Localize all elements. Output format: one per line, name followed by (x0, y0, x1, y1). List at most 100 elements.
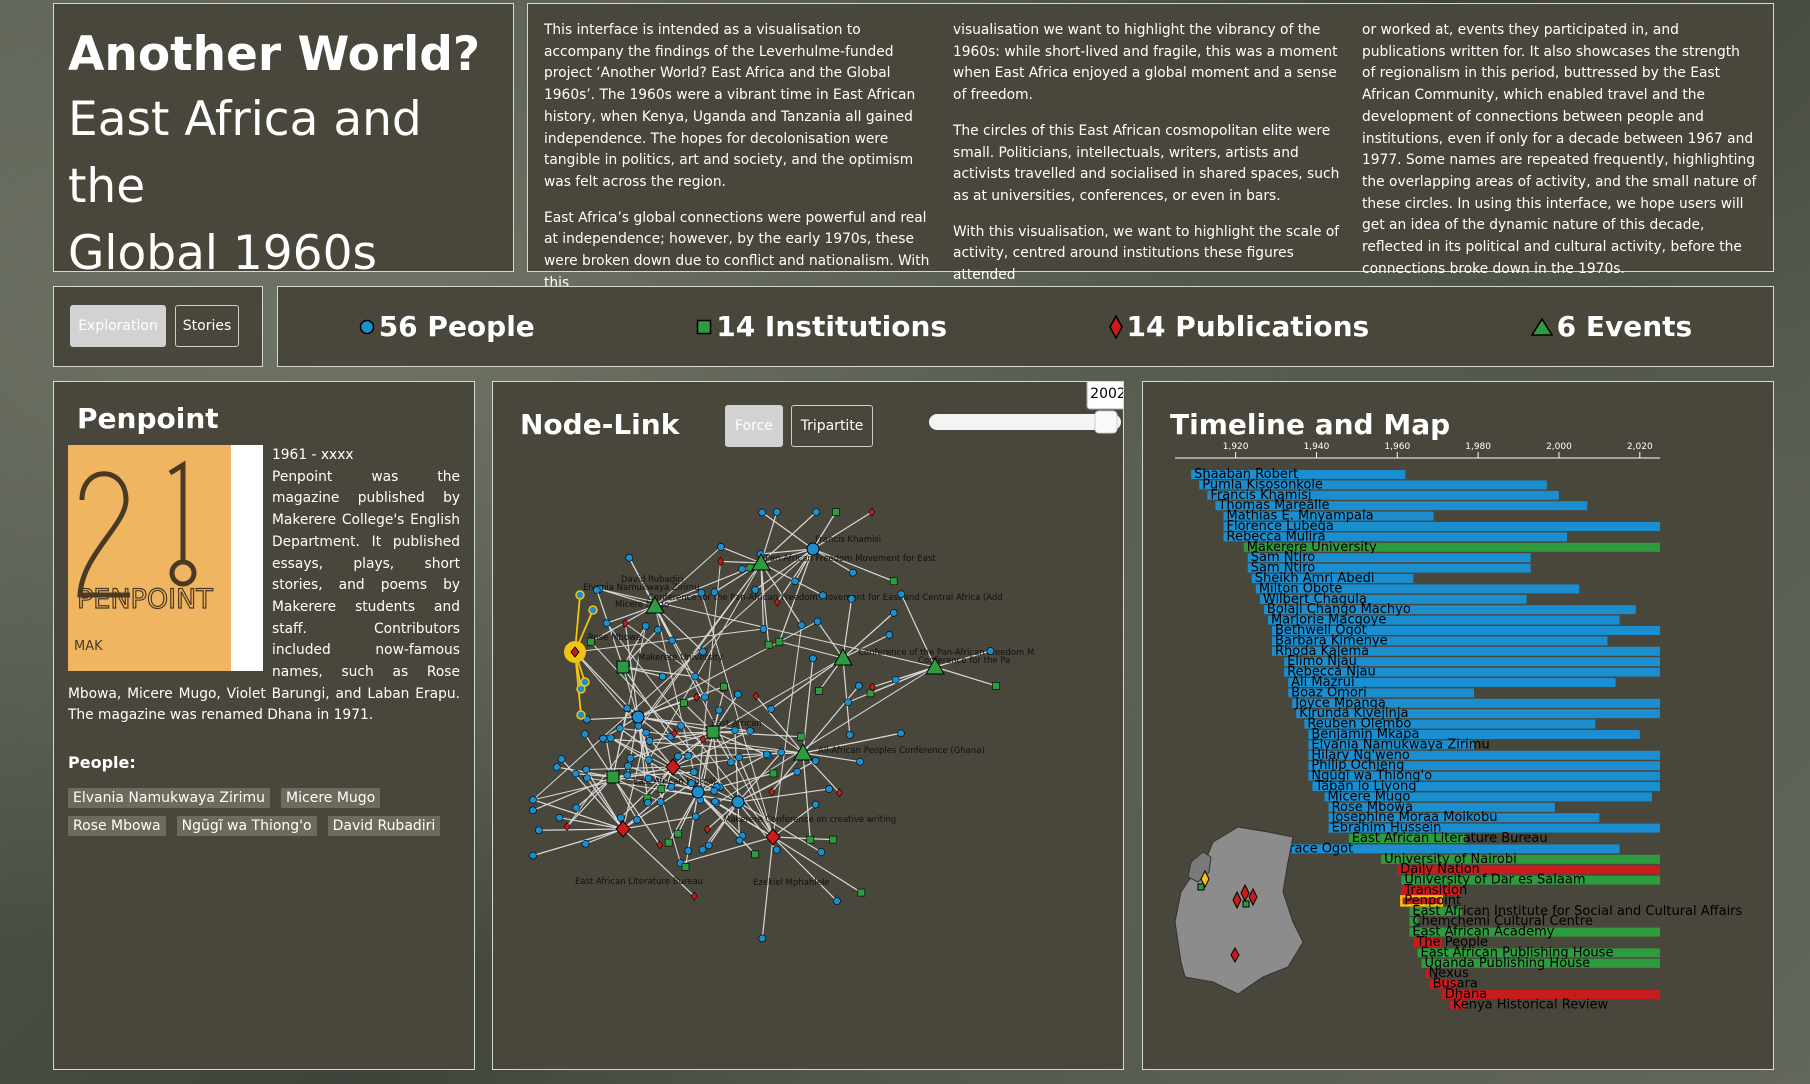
person-node[interactable] (855, 682, 863, 690)
person-node[interactable] (571, 769, 580, 778)
person-node[interactable] (885, 631, 894, 639)
person-node[interactable] (727, 758, 735, 766)
institution-node[interactable] (992, 682, 1000, 690)
person-node[interactable] (767, 705, 775, 713)
person-node[interactable] (746, 727, 754, 735)
person-node[interactable] (791, 577, 799, 586)
person-node[interactable] (529, 851, 537, 860)
person-node[interactable] (845, 731, 854, 739)
timeline-row[interactable]: Kenya Historical Review (1449, 997, 1609, 1012)
person-node[interactable] (699, 647, 707, 656)
year-slider-handle[interactable] (1094, 410, 1118, 434)
institution-node[interactable] (674, 829, 682, 838)
person-node[interactable] (677, 721, 685, 730)
person-node[interactable] (641, 622, 650, 630)
person-node[interactable] (813, 617, 822, 626)
institution-node[interactable] (866, 689, 875, 698)
person-node[interactable] (687, 779, 696, 788)
node-link-graph[interactable]: 2002 Francis Khamisi Pan-African Freedom … (493, 382, 1123, 1069)
institution-node[interactable] (751, 850, 760, 859)
person-node[interactable] (773, 508, 781, 516)
person-node[interactable] (819, 591, 827, 600)
institution-node[interactable] (720, 682, 728, 691)
institution-node[interactable] (664, 838, 673, 847)
person-node[interactable] (674, 752, 682, 761)
exploration-button[interactable]: Exploration (70, 305, 166, 347)
person-node[interactable] (691, 785, 705, 799)
institution-node[interactable] (706, 725, 720, 739)
person-node[interactable] (583, 774, 591, 782)
person-node[interactable] (701, 693, 709, 702)
person-tag[interactable]: Micere Mugo (281, 788, 381, 809)
selected-neighbor-node[interactable] (580, 677, 590, 687)
person-node[interactable] (731, 726, 739, 734)
person-node[interactable] (668, 636, 677, 645)
person-node[interactable] (758, 508, 766, 517)
person-node[interactable] (889, 608, 898, 617)
institution-node[interactable] (889, 577, 898, 586)
institution-node[interactable] (679, 699, 688, 707)
person-node[interactable] (656, 798, 665, 806)
person-node[interactable] (623, 771, 632, 779)
person-node[interactable] (897, 729, 905, 738)
institution-node[interactable] (769, 769, 778, 778)
east-africa-map[interactable] (1174, 826, 1304, 995)
publication-node[interactable] (621, 618, 629, 628)
institution-node[interactable] (764, 640, 773, 649)
person-node[interactable] (691, 812, 700, 821)
person-node[interactable] (625, 553, 634, 562)
person-node[interactable] (633, 815, 641, 824)
person-node[interactable] (825, 785, 833, 793)
person-node[interactable] (735, 753, 743, 762)
person-node[interactable] (684, 847, 693, 855)
selected-neighbor-node[interactable] (588, 605, 598, 615)
person-node[interactable] (616, 724, 624, 733)
person-node[interactable] (658, 672, 667, 681)
person-node[interactable] (602, 619, 611, 627)
person-tag[interactable]: Elvania Namukwaya Zirimu (68, 788, 271, 809)
institution-node[interactable] (797, 732, 805, 741)
institution-node[interactable] (829, 835, 837, 844)
person-node[interactable] (553, 763, 561, 771)
institution-node[interactable] (775, 637, 784, 646)
person-node[interactable] (811, 757, 820, 765)
person-node[interactable] (812, 508, 821, 516)
person-node[interactable] (557, 755, 566, 763)
person-node[interactable] (711, 797, 719, 806)
person-node[interactable] (710, 588, 719, 596)
year-slider-track[interactable] (929, 414, 1121, 430)
person-node[interactable] (623, 704, 631, 713)
person-node[interactable] (777, 748, 786, 757)
person-node[interactable] (572, 803, 581, 812)
person-node[interactable] (582, 765, 591, 774)
stories-button[interactable]: Stories (175, 305, 239, 347)
person-node[interactable] (704, 841, 713, 850)
person-node[interactable] (759, 625, 768, 633)
institution-node[interactable] (586, 637, 595, 646)
person-node[interactable] (698, 845, 707, 854)
timeline-chart[interactable]: 1,920 1,940 1,960 1,980 2,000 2,020 Shaaban R… (1143, 382, 1773, 1069)
person-node[interactable] (738, 565, 746, 573)
person-node[interactable] (891, 675, 900, 684)
publication-node[interactable] (717, 556, 724, 566)
person-node[interactable] (847, 595, 856, 603)
institution-node[interactable] (815, 687, 823, 695)
person-node[interactable] (833, 897, 841, 905)
person-node[interactable] (772, 845, 781, 854)
person-node[interactable] (731, 795, 745, 809)
person-node[interactable] (751, 586, 760, 594)
selected-neighbor-node[interactable] (575, 590, 585, 600)
person-node[interactable] (535, 826, 543, 835)
person-node[interactable] (849, 568, 857, 577)
map-marker[interactable] (1197, 883, 1205, 891)
person-node[interactable] (986, 647, 995, 655)
person-node[interactable] (607, 734, 615, 742)
institution-node[interactable] (606, 770, 620, 784)
person-node[interactable] (654, 625, 662, 634)
person-tag[interactable]: Ngũgĩ wa Thiong'o (176, 816, 317, 837)
person-node[interactable] (806, 542, 820, 556)
timeline-row[interactable]: East African Literature Bureau (1348, 831, 1548, 846)
person-node[interactable] (667, 783, 676, 791)
map-marker[interactable] (1242, 900, 1250, 908)
person-node[interactable] (645, 737, 654, 745)
